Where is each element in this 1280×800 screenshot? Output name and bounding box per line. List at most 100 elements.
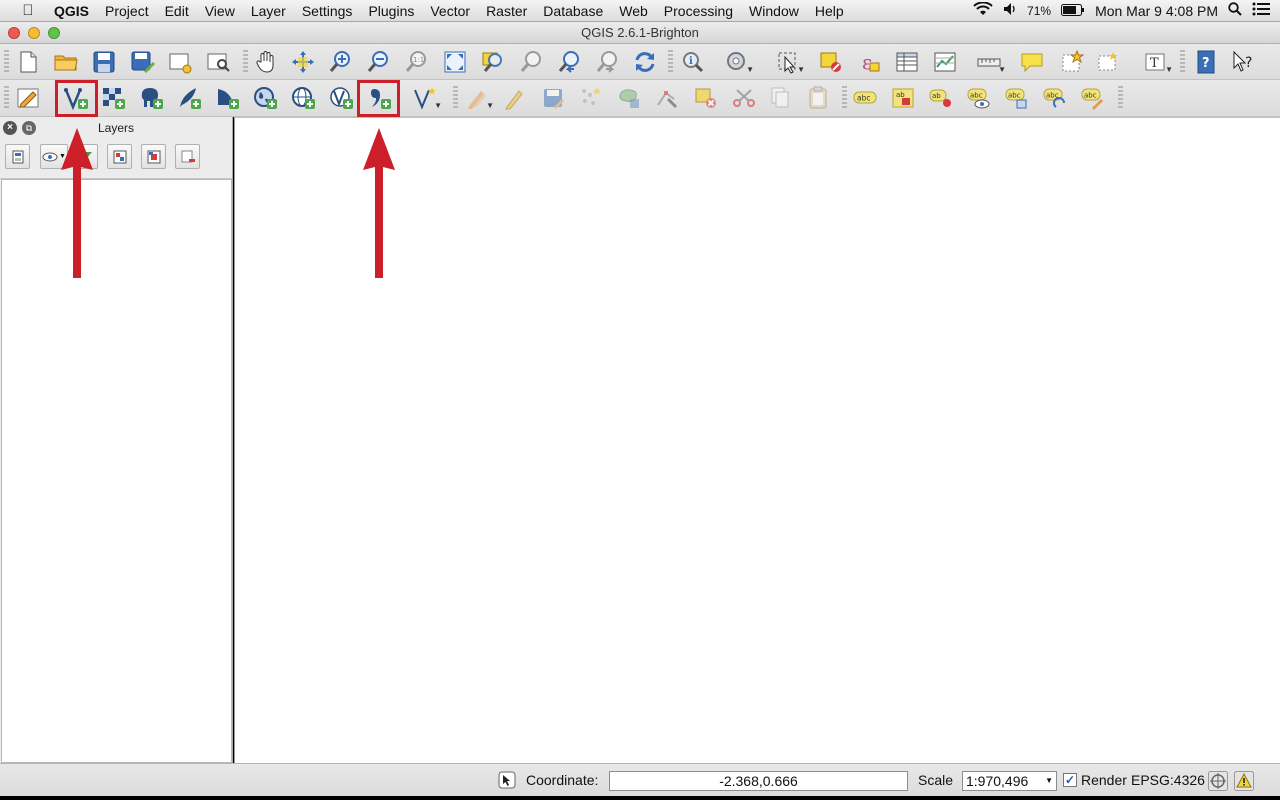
pin-labels-button[interactable]: ab (926, 84, 956, 112)
toolbar-grip[interactable] (1180, 50, 1185, 74)
collapse-all-button[interactable] (141, 144, 166, 169)
toolbar-grip[interactable] (453, 86, 458, 110)
menu-vector[interactable]: Vector (422, 3, 478, 19)
add-spatialite-layer-button[interactable] (174, 84, 204, 112)
add-postgis-layer-button[interactable] (136, 84, 166, 112)
filter-legend-button[interactable] (73, 144, 98, 169)
spotlight-search-icon[interactable] (1228, 2, 1242, 19)
layer-tree-list[interactable] (1, 179, 232, 763)
label-layer-button[interactable]: abc (850, 84, 880, 112)
pan-to-selection-button[interactable] (288, 48, 318, 76)
close-panel-icon[interactable]: × (3, 121, 17, 135)
select-by-expression-button[interactable]: ε (854, 48, 884, 76)
delete-selected-button[interactable] (691, 84, 721, 112)
crs-globe-icon[interactable] (1208, 771, 1228, 794)
map-canvas[interactable] (234, 117, 1280, 763)
new-bookmark-button[interactable] (1057, 48, 1087, 76)
composer-manager-button[interactable] (203, 48, 233, 76)
layer-labeling-options-button[interactable]: ab (888, 84, 918, 112)
current-edits-button[interactable] (13, 84, 43, 112)
zoom-full-button[interactable] (440, 48, 470, 76)
text-annotation-button[interactable]: T ▼ (1141, 48, 1173, 76)
open-layer-styling-button[interactable] (5, 144, 30, 169)
pan-map-button[interactable] (251, 48, 281, 76)
node-tool-button[interactable] (652, 84, 682, 112)
menu-edit[interactable]: Edit (157, 3, 197, 19)
run-feature-action-button[interactable]: ▼ (722, 48, 754, 76)
toolbar-grip[interactable] (1118, 86, 1123, 110)
show-hide-labels-button[interactable]: abc (964, 84, 994, 112)
zoom-last-button[interactable] (554, 48, 584, 76)
menu-view[interactable]: View (197, 3, 243, 19)
add-raster-layer-button[interactable] (98, 84, 128, 112)
menu-web[interactable]: Web (611, 3, 656, 19)
toolbar-grip[interactable] (4, 50, 9, 74)
crs-status-button[interactable]: EPSG:4326 (1131, 772, 1205, 788)
map-tips-button[interactable] (1017, 48, 1047, 76)
menu-project[interactable]: Project (97, 3, 157, 19)
toolbar-grip[interactable] (4, 86, 9, 110)
manage-layer-visibility-button[interactable]: ▼ (40, 144, 68, 169)
add-feature-button[interactable] (576, 84, 606, 112)
menubar-clock[interactable]: Mon Mar 9 4:08 PM (1095, 3, 1218, 19)
menu-help[interactable]: Help (807, 3, 852, 19)
float-panel-icon[interactable]: ⧉ (22, 121, 36, 135)
save-as-button[interactable] (127, 48, 157, 76)
volume-icon[interactable] (1003, 2, 1017, 19)
copy-features-button[interactable] (765, 84, 795, 112)
measure-line-button[interactable]: ▼ (974, 48, 1006, 76)
menu-raster[interactable]: Raster (478, 3, 535, 19)
statistical-summary-button[interactable] (930, 48, 960, 76)
menu-database[interactable]: Database (535, 3, 611, 19)
show-bookmarks-button[interactable] (1093, 48, 1123, 76)
new-project-button[interactable] (13, 48, 43, 76)
expand-all-button[interactable] (107, 144, 132, 169)
save-layer-edits-button[interactable] (538, 84, 568, 112)
window-zoom-button[interactable] (48, 27, 60, 39)
move-feature-button[interactable] (614, 84, 644, 112)
add-mssql-layer-button[interactable] (212, 84, 242, 112)
toggle-extents-mouse-icon[interactable] (498, 771, 516, 792)
save-project-button[interactable] (89, 48, 119, 76)
whats-this-button[interactable]: ? (1229, 48, 1259, 76)
window-minimize-button[interactable] (28, 27, 40, 39)
toggle-editing-button[interactable] (499, 84, 529, 112)
new-layer-button[interactable]: ▼ (410, 84, 442, 112)
messages-warning-icon[interactable] (1234, 771, 1254, 794)
rotate-label-button[interactable]: abc (1040, 84, 1070, 112)
zoom-next-button[interactable] (592, 48, 622, 76)
current-edits-dropdown-button[interactable]: ▼ (462, 84, 494, 112)
open-attribute-table-button[interactable] (892, 48, 922, 76)
move-label-button[interactable]: abc (1002, 84, 1032, 112)
zoom-to-layer-button[interactable] (478, 48, 508, 76)
add-wms-layer-button[interactable] (250, 84, 280, 112)
select-features-button[interactable]: ▼ (773, 48, 805, 76)
toolbar-grip[interactable] (668, 50, 673, 74)
scale-combobox[interactable]: 1:970,496 ▼ (962, 771, 1057, 791)
toolbar-grip[interactable] (842, 86, 847, 110)
menu-window[interactable]: Window (741, 3, 807, 19)
new-print-composer-button[interactable] (165, 48, 195, 76)
remove-layer-button[interactable] (175, 144, 200, 169)
identify-features-button[interactable]: i (677, 48, 707, 76)
render-checkbox[interactable]: ✓ (1063, 773, 1077, 787)
coordinate-field[interactable]: -2.368,0.666 (609, 771, 908, 791)
toolbar-grip[interactable] (243, 50, 248, 74)
change-label-button[interactable]: abc (1078, 84, 1108, 112)
deselect-all-button[interactable] (816, 48, 846, 76)
menu-plugins[interactable]: Plugins (360, 3, 422, 19)
menu-settings[interactable]: Settings (294, 3, 361, 19)
zoom-in-button[interactable] (326, 48, 356, 76)
menu-qgis[interactable]: QGIS (54, 3, 97, 19)
open-project-button[interactable] (51, 48, 81, 76)
wifi-icon[interactable] (973, 1, 993, 19)
cut-features-button[interactable] (729, 84, 759, 112)
add-wfs-layer-button[interactable] (326, 84, 356, 112)
notification-center-icon[interactable] (1252, 2, 1270, 19)
help-contents-button[interactable]: ? (1191, 48, 1221, 76)
window-close-button[interactable] (8, 27, 20, 39)
refresh-button[interactable] (630, 48, 660, 76)
menu-processing[interactable]: Processing (656, 3, 741, 19)
menu-layer[interactable]: Layer (243, 3, 294, 19)
add-wcs-layer-button[interactable] (288, 84, 318, 112)
